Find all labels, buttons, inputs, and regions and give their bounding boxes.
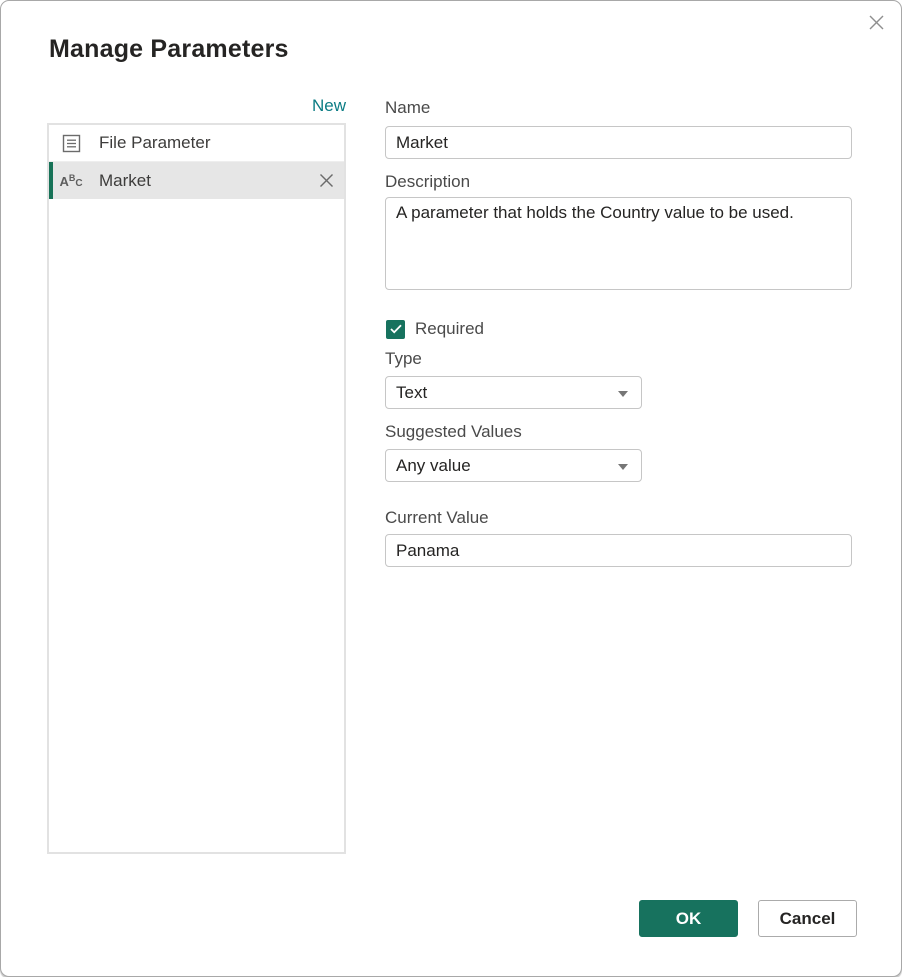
delete-parameter-icon[interactable]: [316, 171, 336, 191]
checkmark-icon: [386, 320, 405, 339]
type-dropdown-value: Text: [396, 383, 427, 403]
name-input[interactable]: [385, 126, 852, 159]
current-value-label: Current Value: [385, 508, 489, 528]
ok-button[interactable]: OK: [639, 900, 738, 937]
current-value-input[interactable]: [385, 534, 852, 567]
required-checkbox[interactable]: Required: [386, 319, 484, 339]
type-label: Type: [385, 349, 422, 369]
suggested-values-dropdown[interactable]: Any value: [385, 449, 642, 482]
parameter-name: Market: [99, 171, 151, 191]
page-title: Manage Parameters: [49, 35, 289, 64]
chevron-down-icon: [618, 391, 628, 397]
close-icon[interactable]: [864, 10, 888, 34]
parameter-row-market[interactable]: ABC Market: [49, 162, 344, 199]
required-label: Required: [415, 319, 484, 339]
manage-parameters-dialog: Manage Parameters New File Parameter ABC…: [0, 0, 902, 977]
suggested-values-dropdown-value: Any value: [396, 456, 471, 476]
parameter-row-file-parameter[interactable]: File Parameter: [49, 125, 344, 162]
document-lines-icon: [60, 134, 82, 153]
description-label: Description: [385, 172, 470, 192]
chevron-down-icon: [618, 464, 628, 470]
new-parameter-link[interactable]: New: [47, 96, 346, 116]
description-input[interactable]: A parameter that holds the Country value…: [385, 197, 852, 290]
cancel-button[interactable]: Cancel: [758, 900, 857, 937]
abc-type-icon: ABC: [60, 172, 82, 189]
parameter-list: File Parameter ABC Market: [47, 123, 346, 854]
type-dropdown[interactable]: Text: [385, 376, 642, 409]
name-label: Name: [385, 98, 430, 118]
suggested-values-label: Suggested Values: [385, 422, 522, 442]
parameter-name: File Parameter: [99, 133, 210, 153]
